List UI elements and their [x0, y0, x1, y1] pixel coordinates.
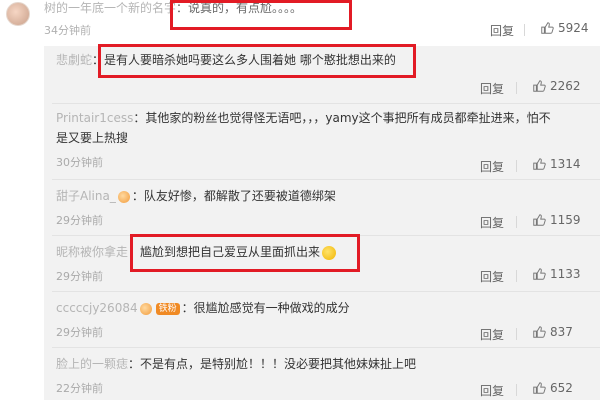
list-item: 悲劇蛇：是有人要暗杀她吗要这么多人围着她 哪个憨批想出来的 回复 2262	[44, 46, 600, 104]
avatar[interactable]	[6, 2, 30, 26]
reply-username[interactable]: Printair1cess	[56, 111, 133, 125]
top-comment: 树的一年底一个新的名字：说真的，有点尬。。。。 34分钟前 回复 5924	[0, 0, 600, 46]
reply-username[interactable]: 悲劇蛇	[56, 53, 92, 67]
reply-button[interactable]: 回复	[480, 382, 504, 399]
reply-time: 29分钟前	[56, 270, 103, 283]
like-button[interactable]: 5924	[540, 21, 589, 35]
like-count: 2262	[550, 79, 581, 93]
thumbs-up-icon	[533, 268, 546, 280]
reply-line: cccccjy26084 铁粉 ：很尴尬感觉有一种做戏的成分	[56, 301, 350, 315]
comment-time: 34分钟前	[44, 24, 91, 37]
like-button[interactable]: 1133	[532, 267, 581, 281]
replies-list: 悲劇蛇：是有人要暗杀她吗要这么多人围着她 哪个憨批想出来的 回复 2262 Pr…	[44, 46, 600, 400]
reply-line: 甜子Alina_ ：队友好惨，都解散了还要被道德绑架	[56, 189, 336, 203]
thumbs-up-icon	[533, 80, 546, 92]
divider	[524, 24, 525, 36]
list-item: 昵称被你拿走：尴尬到想把自己爱豆从里面抓出来 29分钟前 回复 1133	[44, 236, 600, 292]
fan-badge: 铁粉	[155, 302, 180, 315]
divider	[516, 270, 517, 282]
fan-badge-icon	[139, 302, 152, 315]
reply-line-continued: 是又要上热搜	[56, 131, 129, 145]
thumbs-up-icon	[533, 158, 546, 170]
divider	[516, 160, 517, 172]
reply-time: 22分钟前	[56, 382, 103, 395]
like-button[interactable]: 1314	[532, 157, 581, 171]
reply-line: Printair1cess：其他家的粉丝也觉得怪无语吧，，，yamy这个事把所有…	[56, 111, 551, 125]
laughing-emoji-icon	[322, 245, 337, 260]
like-count: 1159	[550, 213, 581, 227]
reply-text: 是有人要暗杀她吗要这么多人围着她 哪个憨批想出来的	[104, 53, 396, 67]
comment-line: 树的一年底一个新的名字：说真的，有点尬。。。。	[44, 0, 302, 16]
list-item: 甜子Alina_ ：队友好惨，都解散了还要被道德绑架 29分钟前 回复 1159	[44, 180, 600, 236]
reply-button[interactable]: 回复	[480, 80, 504, 97]
list-item: Printair1cess：其他家的粉丝也觉得怪无语吧，，，yamy这个事把所有…	[44, 104, 600, 180]
comment-username[interactable]: 树的一年底一个新的名字	[44, 1, 176, 15]
divider	[516, 82, 517, 94]
reply-username[interactable]: 甜子Alina_	[56, 189, 116, 203]
emoji-icon	[117, 190, 130, 203]
reply-username[interactable]: cccccjy26084	[56, 301, 138, 315]
reply-text: 很尴尬感觉有一种做戏的成分	[193, 301, 350, 315]
comment-text: 说真的，有点尬。。。。	[188, 1, 303, 15]
thumbs-up-icon	[533, 382, 546, 394]
reply-line: 昵称被你拿走：尴尬到想把自己爱豆从里面抓出来	[56, 242, 337, 262]
like-count: 1314	[550, 157, 581, 171]
reply-line: 悲劇蛇：是有人要暗杀她吗要这么多人围着她 哪个憨批想出来的	[56, 53, 396, 67]
thumbs-up-icon	[533, 214, 546, 226]
thumbs-up-icon	[541, 22, 554, 34]
like-count: 1133	[550, 267, 581, 281]
divider	[516, 384, 517, 396]
like-button[interactable]: 1159	[532, 213, 581, 227]
divider	[516, 328, 517, 340]
reply-button[interactable]: 回复	[480, 158, 504, 175]
reply-button[interactable]: 回复	[480, 214, 504, 231]
reply-text: 其他家的粉丝也觉得怪无语吧，，，yamy这个事把所有成员都牵扯进来，怕不	[145, 111, 551, 125]
list-item: cccccjy26084 铁粉 ：很尴尬感觉有一种做戏的成分 29分钟前 回复 83…	[44, 292, 600, 348]
thumbs-up-icon	[533, 326, 546, 338]
reply-line: 脸上的一颗痣：不是有点，是特别尬！！！没必要把其他妹妹扯上吧	[56, 357, 417, 371]
list-item: 脸上的一颗痣：不是有点，是特别尬！！！没必要把其他妹妹扯上吧 22分钟前 回复 …	[44, 348, 600, 400]
like-button[interactable]: 2262	[532, 79, 581, 93]
reply-time: 29分钟前	[56, 326, 103, 339]
reply-text: 尴尬到想把自己爱豆从里面抓出来	[140, 245, 321, 259]
like-count: 837	[550, 325, 573, 339]
reply-button[interactable]: 回复	[490, 22, 514, 39]
reply-text: 队友好惨，都解散了还要被道德绑架	[143, 189, 336, 203]
comment-colon: ：	[176, 1, 189, 15]
like-count: 652	[550, 381, 573, 395]
divider	[516, 216, 517, 228]
reply-time: 29分钟前	[56, 214, 103, 227]
like-button[interactable]: 837	[532, 325, 573, 339]
like-button[interactable]: 652	[532, 381, 573, 395]
like-count: 5924	[558, 21, 589, 35]
reply-text: 不是有点，是特别尬！！！没必要把其他妹妹扯上吧	[140, 357, 417, 371]
reply-button[interactable]: 回复	[480, 268, 504, 285]
reply-username[interactable]: 昵称被你拿走	[56, 245, 128, 259]
reply-username[interactable]: 脸上的一颗痣	[56, 357, 128, 371]
reply-button[interactable]: 回复	[480, 326, 504, 343]
reply-time: 30分钟前	[56, 156, 103, 169]
